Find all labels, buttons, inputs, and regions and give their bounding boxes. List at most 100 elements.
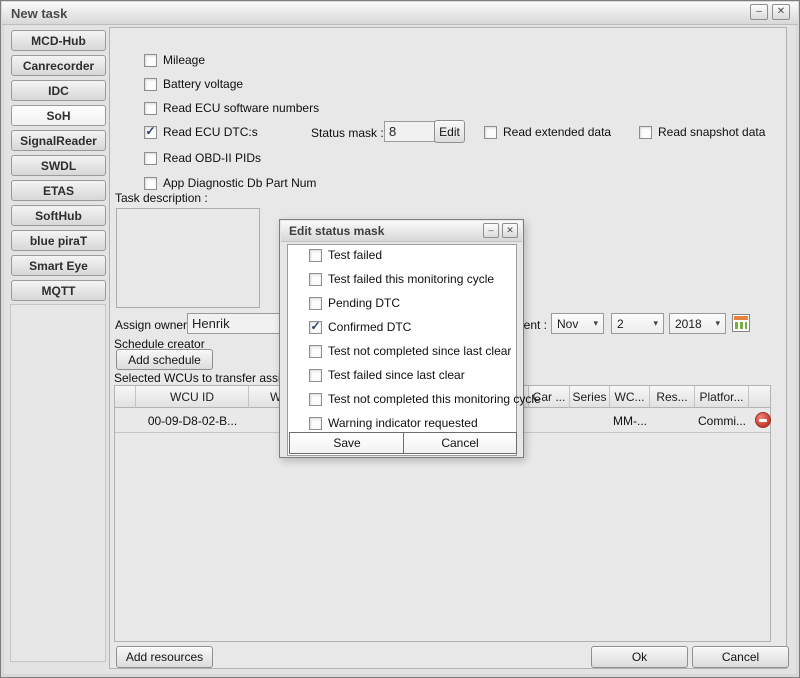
button-label: Edit (439, 125, 460, 139)
checkbox-label: Pending DTC (328, 296, 400, 310)
checkbox-label: Read extended data (503, 125, 611, 139)
dialog-row-not-completed-cycle: Test not completed this monitoring cycle (309, 392, 541, 406)
wc-cell: MM-... (610, 414, 650, 428)
window-title: New task (2, 6, 67, 21)
option-row-battery: Battery voltage (144, 77, 243, 91)
column-header-wc2[interactable]: WC... (610, 386, 650, 408)
read-obd-pids-checkbox[interactable] (144, 152, 157, 165)
checkbox-label: Test not completed since last clear (328, 344, 511, 358)
mileage-checkbox[interactable] (144, 54, 157, 67)
read-extended-row: Read extended data (484, 125, 611, 139)
dialog-cancel-button[interactable]: Cancel (403, 432, 517, 454)
tab-label: IDC (48, 84, 69, 98)
read-ecu-software-checkbox[interactable] (144, 102, 157, 115)
dialog-close-button[interactable]: ✕ (502, 223, 518, 238)
button-label: Cancel (441, 436, 478, 450)
ok-button[interactable]: Ok (591, 646, 688, 668)
checkbox-label: Mileage (163, 53, 205, 67)
column-header-series[interactable]: Series (570, 386, 610, 408)
close-icon: ✕ (506, 226, 514, 235)
cancel-button[interactable]: Cancel (692, 646, 789, 668)
sidebar-item-mqtt[interactable]: MQTT (11, 280, 106, 301)
dialog-row-pending-dtc: Pending DTC (309, 296, 400, 310)
checkbox-label: Read ECU software numbers (163, 101, 319, 115)
confirmed-dtc-checkbox[interactable]: ✓ (309, 321, 322, 334)
add-schedule-button[interactable]: Add schedule (116, 349, 213, 370)
minimize-icon: – (488, 226, 493, 235)
battery-voltage-checkbox[interactable] (144, 78, 157, 91)
chevron-down-icon: ▾ (715, 318, 720, 329)
checkbox-label: Warning indicator requested (328, 416, 478, 430)
remove-icon[interactable] (755, 412, 771, 428)
tab-label: SWDL (41, 159, 76, 173)
tab-label: MCD-Hub (31, 34, 86, 48)
platform-cell: Commi... (695, 414, 749, 428)
sidebar-item-soh[interactable]: SoH (11, 105, 106, 126)
close-icon: ✕ (777, 7, 785, 17)
tab-label: SoH (47, 109, 71, 123)
read-snapshot-data-checkbox[interactable] (639, 126, 652, 139)
calendar-icon[interactable] (732, 314, 750, 332)
option-row-app-diag: App Diagnostic Db Part Num (144, 176, 316, 190)
test-failed-checkbox[interactable] (309, 249, 322, 262)
tab-label: SoftHub (35, 209, 82, 223)
checkbox-label: Test failed (328, 248, 382, 262)
sidebar-item-idc[interactable]: IDC (11, 80, 106, 101)
dialog-row-not-completed-clear: Test not completed since last clear (309, 344, 511, 358)
month-dropdown[interactable]: Nov ▾ (551, 313, 604, 334)
dialog-row-confirmed-dtc: ✓ Confirmed DTC (309, 320, 411, 334)
tab-label: blue piraT (30, 234, 87, 248)
column-header-empty (115, 386, 136, 408)
dialog-save-button[interactable]: Save (289, 432, 405, 454)
dialog-row-test-failed: Test failed (309, 248, 382, 262)
warning-indicator-checkbox[interactable] (309, 417, 322, 430)
dialog-minimize-button[interactable]: – (483, 223, 499, 238)
checkbox-label: Confirmed DTC (328, 320, 411, 334)
test-failed-this-cycle-checkbox[interactable] (309, 273, 322, 286)
day-dropdown[interactable]: 2 ▾ (611, 313, 664, 334)
status-mask-input[interactable] (384, 121, 436, 142)
sidebar-item-smart-eye[interactable]: Smart Eye (11, 255, 106, 276)
sidebar-item-signalreader[interactable]: SignalReader (11, 130, 106, 151)
selected-wcus-label: Selected WCUs to transfer assign (114, 371, 294, 385)
option-row-obd-pids: Read OBD-II PIDs (144, 151, 261, 165)
column-header-res[interactable]: Res... (650, 386, 695, 408)
option-row-ecu-dtc: ✓ Read ECU DTC:s (144, 125, 258, 139)
test-not-completed-since-clear-checkbox[interactable] (309, 345, 322, 358)
pending-dtc-checkbox[interactable] (309, 297, 322, 310)
edit-status-mask-button[interactable]: Edit (434, 120, 465, 143)
sidebar-item-blue-pirat[interactable]: blue piraT (11, 230, 106, 251)
read-extended-data-checkbox[interactable] (484, 126, 497, 139)
checkbox-label: Battery voltage (163, 77, 243, 91)
task-description-textarea[interactable] (116, 208, 260, 308)
app-diagnostic-checkbox[interactable] (144, 177, 157, 190)
chevron-down-icon: ▾ (593, 318, 598, 329)
column-header-wcu-id[interactable]: WCU ID (136, 386, 249, 408)
dialog-row-test-failed-cycle: Test failed this monitoring cycle (309, 272, 494, 286)
add-resources-button[interactable]: Add resources (116, 646, 213, 668)
test-not-completed-this-cycle-checkbox[interactable] (309, 393, 322, 406)
status-mask-label: Status mask : (311, 126, 384, 140)
year-value: 2018 (675, 317, 702, 331)
test-failed-since-clear-checkbox[interactable] (309, 369, 322, 382)
minimize-icon: – (756, 7, 762, 17)
close-button[interactable]: ✕ (772, 4, 790, 20)
sidebar-item-swdl[interactable]: SWDL (11, 155, 106, 176)
sidebar-item-etas[interactable]: ETAS (11, 180, 106, 201)
year-dropdown[interactable]: 2018 ▾ (669, 313, 726, 334)
tab-label: ETAS (43, 184, 74, 198)
read-ecu-dtc-checkbox[interactable]: ✓ (144, 126, 157, 139)
sidebar-item-mcd-hub[interactable]: MCD-Hub (11, 30, 106, 51)
chevron-down-icon: ▾ (653, 318, 658, 329)
sidebar-item-canrecorder[interactable]: Canrecorder (11, 55, 106, 76)
checkbox-label: Read snapshot data (658, 125, 765, 139)
month-value: Nov (557, 317, 578, 331)
button-label: Cancel (722, 650, 759, 664)
column-header-platform[interactable]: Platfor... (695, 386, 749, 408)
new-task-window: New task – ✕ MCD-Hub Canrecorder IDC SoH… (0, 0, 800, 678)
button-label: Add resources (126, 650, 203, 664)
dialog-row-failed-since-clear: Test failed since last clear (309, 368, 465, 382)
window-titlebar: New task (2, 2, 798, 25)
sidebar-item-softhub[interactable]: SoftHub (11, 205, 106, 226)
minimize-button[interactable]: – (750, 4, 768, 20)
